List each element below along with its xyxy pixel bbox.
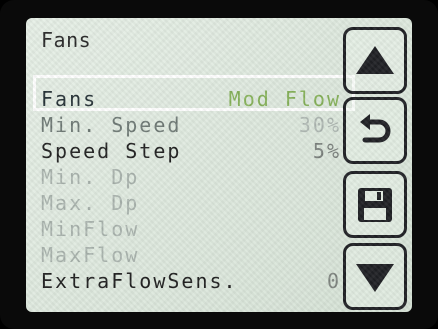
page-title: Fans <box>41 28 92 52</box>
up-button[interactable] <box>343 27 407 94</box>
menu-item-min-speed[interactable]: Min. Speed 30% <box>41 112 341 138</box>
back-arrow-icon <box>360 113 391 142</box>
down-arrow-icon <box>356 263 394 292</box>
menu-item-label: Speed Step <box>41 139 182 163</box>
menu-item-value: 30% <box>298 113 341 137</box>
menu-item-label: Fans <box>41 87 98 111</box>
menu-item-min-flow[interactable]: MinFlow <box>41 216 341 242</box>
save-button[interactable] <box>343 171 407 238</box>
menu-item-extra-flow-sens[interactable]: ExtraFlowSens. 0 <box>41 268 341 294</box>
down-button[interactable] <box>343 243 407 310</box>
menu-item-label: ExtraFlowSens. <box>41 269 238 293</box>
floppy-disk-icon <box>358 187 392 222</box>
menu-item-label: MinFlow <box>41 217 140 241</box>
device-bezel: Fans Fans Mod Flow Min. Speed 30% Speed … <box>0 0 438 329</box>
menu-item-fans[interactable]: Fans Mod Flow <box>41 86 341 112</box>
menu-item-label: MaxFlow <box>41 243 140 267</box>
menu-item-label: Max. Dp <box>41 191 140 215</box>
menu-item-max-dp[interactable]: Max. Dp <box>41 190 341 216</box>
menu-item-max-flow[interactable]: MaxFlow <box>41 242 341 268</box>
menu-item-value: 0 <box>326 269 341 293</box>
back-button[interactable] <box>343 97 407 164</box>
menu-item-label: Min. Dp <box>41 165 140 189</box>
display-screen: Fans Fans Mod Flow Min. Speed 30% Speed … <box>26 18 412 312</box>
menu-item-value: 5% <box>312 139 341 163</box>
menu-item-value: Mod Flow <box>228 87 341 111</box>
up-arrow-icon <box>356 45 394 74</box>
menu-item-min-dp[interactable]: Min. Dp <box>41 164 341 190</box>
menu-item-speed-step[interactable]: Speed Step 5% <box>41 138 341 164</box>
menu-item-label: Min. Speed <box>41 113 182 137</box>
